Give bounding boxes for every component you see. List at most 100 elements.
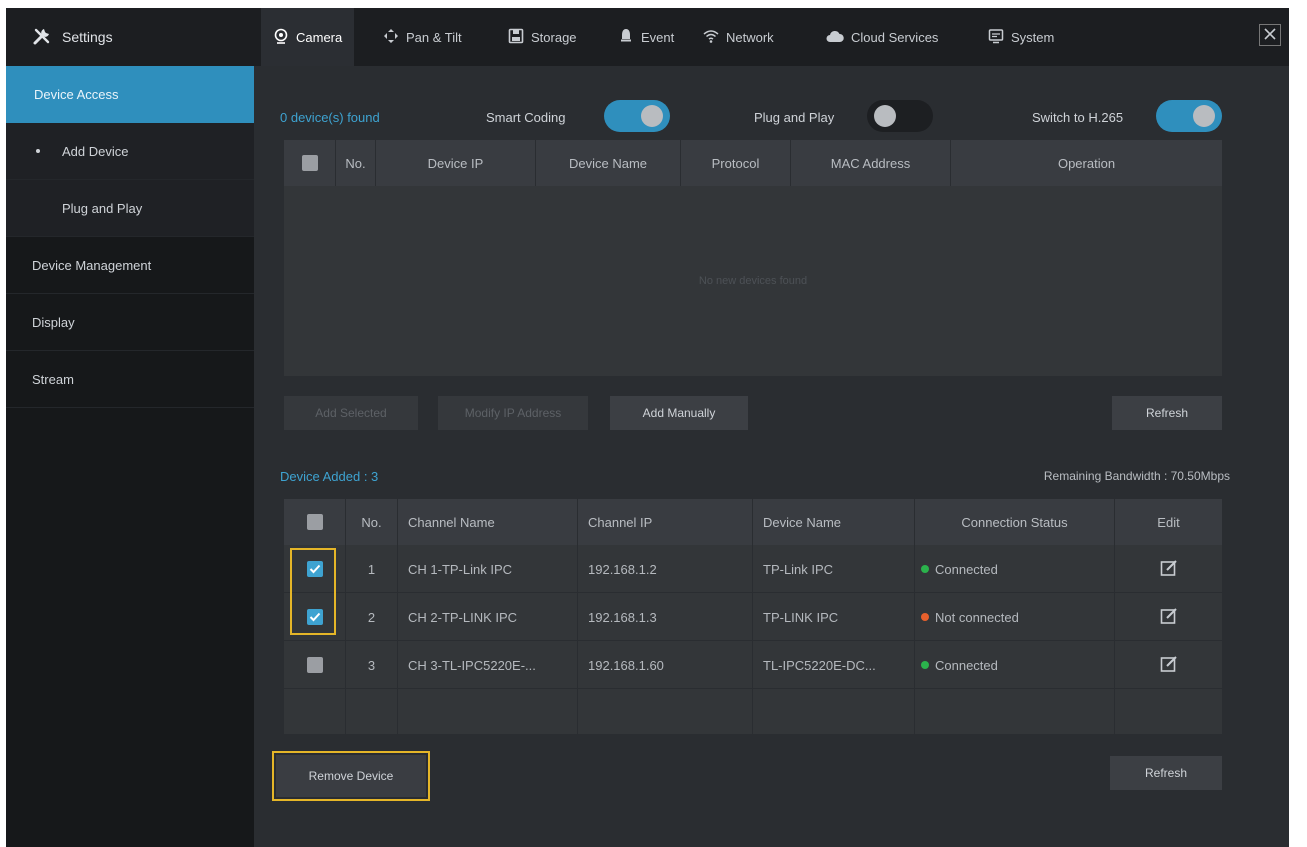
tab-system[interactable]: System — [976, 8, 1066, 66]
tab-cloud-services[interactable]: Cloud Services — [814, 8, 950, 66]
refresh-search-button[interactable]: Refresh — [1112, 396, 1222, 430]
storage-icon — [508, 28, 524, 47]
sidebar: Device Access Add Device Plug and Play D… — [6, 66, 254, 847]
column-header: Device IP — [376, 140, 536, 186]
sidebar-item-device-management[interactable]: Device Management — [6, 237, 254, 294]
column-header: Connection Status — [915, 499, 1115, 545]
close-icon — [1264, 27, 1276, 43]
sidebar-item-display[interactable]: Display — [6, 294, 254, 351]
channel-name: CH 2-TP-LINK IPC — [398, 593, 578, 641]
event-icon — [618, 28, 634, 47]
switch-h265-label: Switch to H.265 — [1032, 110, 1124, 125]
tab-event[interactable]: Event — [606, 8, 686, 66]
connection-status: Connected — [915, 641, 1115, 689]
camera-icon — [273, 28, 289, 47]
table-row: 2 CH 2-TP-LINK IPC 192.168.1.3 TP-LINK I… — [284, 593, 1222, 641]
tab-camera[interactable]: Camera — [261, 8, 355, 66]
device-name: TL-IPC5220E-DC... — [753, 641, 915, 689]
bullet-icon — [36, 149, 40, 153]
edit-cell — [1115, 593, 1222, 641]
toggle-knob — [641, 105, 663, 127]
column-header: MAC Address — [791, 140, 951, 186]
sidebar-item-label: Add Device — [62, 143, 129, 159]
column-header: No. — [336, 140, 376, 186]
add-selected-button[interactable]: Add Selected — [284, 396, 418, 430]
sidebar-item-label: Device Access — [34, 87, 119, 102]
close-button[interactable] — [1259, 24, 1281, 46]
tab-pan-tilt[interactable]: Pan & Tilt — [371, 8, 474, 66]
column-header: Operation — [1057, 155, 1116, 171]
tab-network[interactable]: Network — [691, 8, 786, 66]
modify-ip-button[interactable]: Modify IP Address — [438, 396, 588, 430]
column-header: No. — [346, 499, 398, 545]
channel-name: CH 1-TP-Link IPC — [398, 545, 578, 593]
row-number: 3 — [346, 641, 398, 689]
edit-icon[interactable] — [1160, 607, 1178, 628]
network-icon — [703, 28, 719, 47]
empty-table-row — [284, 689, 1222, 735]
tab-label: Camera — [296, 29, 343, 45]
sidebar-item-label: Stream — [32, 371, 74, 387]
settings-title: Settings — [62, 29, 113, 45]
tab-label: Event — [641, 29, 675, 45]
remaining-bandwidth: Remaining Bandwidth : 70.50Mbps — [1043, 469, 1230, 483]
sidebar-item-add-device[interactable]: Add Device — [6, 123, 254, 180]
main-panel: 0 device(s) found Smart Coding Plug and … — [254, 66, 1289, 847]
tab-label: Storage — [531, 29, 577, 45]
column-header: Device Name — [753, 499, 915, 545]
toggle-knob — [1193, 105, 1215, 127]
tab-label: Cloud Services — [851, 29, 939, 45]
status-text: Connected — [935, 561, 998, 577]
column-header: Protocol — [681, 140, 791, 186]
tab-label: Pan & Tilt — [406, 29, 462, 45]
sidebar-item-label: Plug and Play — [62, 200, 143, 216]
edit-cell — [1115, 545, 1222, 593]
connection-status: Not connected — [915, 593, 1115, 641]
toggle-knob — [874, 105, 896, 127]
sidebar-item-device-access[interactable]: Device Access — [6, 66, 254, 123]
smart-coding-toggle[interactable] — [604, 100, 670, 132]
empty-message: No new devices found — [698, 275, 808, 287]
added-devices-table-header: No. Channel Name Channel IP Device Name … — [284, 499, 1222, 545]
top-bar: Settings Camera Pan & Tilt Storage Event… — [6, 8, 1289, 66]
settings-header: Settings — [6, 8, 254, 66]
refresh-added-button[interactable]: Refresh — [1110, 756, 1222, 790]
status-dot — [921, 661, 929, 669]
device-name: TP-Link IPC — [753, 545, 915, 593]
column-header: Edit — [1157, 514, 1180, 530]
found-devices-table-header: No. Device IP Device Name Protocol MAC A… — [284, 140, 1222, 186]
remove-button-highlight — [272, 751, 430, 801]
sidebar-item-plug-and-play[interactable]: Plug and Play — [6, 180, 254, 237]
plug-and-play-label: Plug and Play — [754, 110, 835, 125]
add-manually-button[interactable]: Add Manually — [610, 396, 748, 430]
tab-storage[interactable]: Storage — [496, 8, 589, 66]
select-all-cell — [284, 499, 346, 545]
found-devices-table-body: No new devices found — [284, 186, 1222, 376]
edit-icon[interactable] — [1160, 559, 1178, 580]
row-number: 1 — [346, 545, 398, 593]
column-header: Device Name — [536, 140, 681, 186]
plug-and-play-toggle[interactable] — [867, 100, 933, 132]
channel-ip: 192.168.1.60 — [578, 641, 753, 689]
tools-icon — [32, 26, 52, 49]
row-checkbox[interactable] — [306, 657, 323, 673]
tab-label: Network — [726, 29, 774, 45]
pan-tilt-icon — [383, 28, 399, 47]
device-added-title: Device Added : 3 — [280, 469, 379, 484]
table-row: 1 CH 1-TP-Link IPC 192.168.1.2 TP-Link I… — [284, 545, 1222, 593]
checkbox-highlight — [290, 548, 336, 635]
status-text: Not connected — [935, 609, 1019, 625]
system-icon — [988, 28, 1004, 47]
column-header: Channel IP — [578, 499, 753, 545]
select-all-checkbox[interactable] — [301, 155, 318, 171]
tab-label: System — [1011, 29, 1055, 45]
edit-cell — [1115, 641, 1222, 689]
sidebar-item-stream[interactable]: Stream — [6, 351, 254, 408]
switch-h265-toggle[interactable] — [1156, 100, 1222, 132]
cloud-icon — [826, 29, 844, 46]
edit-icon[interactable] — [1160, 655, 1178, 676]
sidebar-item-label: Display — [32, 314, 75, 330]
status-dot — [921, 613, 929, 621]
select-all-added-checkbox[interactable] — [306, 514, 323, 530]
channel-ip: 192.168.1.2 — [578, 545, 753, 593]
